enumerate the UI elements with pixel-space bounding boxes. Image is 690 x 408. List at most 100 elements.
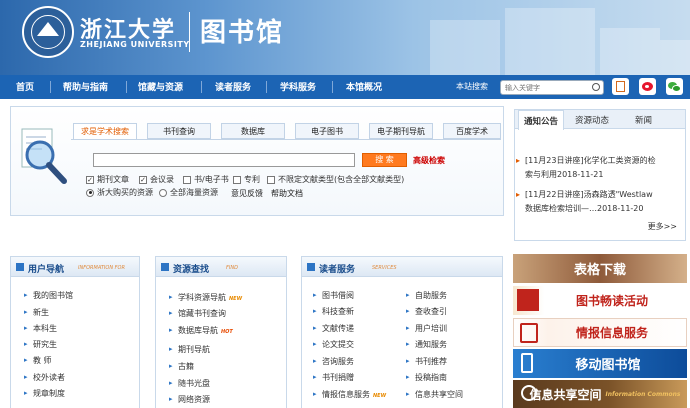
list-item[interactable]: 投稿指南 <box>406 372 447 383</box>
feedback-link[interactable]: 意见反馈 <box>231 188 263 199</box>
list-item[interactable]: 学科资源导航NEW <box>169 292 242 303</box>
info-commons-banner[interactable]: 信息共享空间 Information Commons <box>513 380 687 408</box>
weibo-icon[interactable] <box>639 78 656 95</box>
nav-collections[interactable]: 馆藏与资源 <box>138 80 183 93</box>
university-seal-icon[interactable] <box>22 6 74 58</box>
document-icon <box>520 323 538 343</box>
square-bullet-icon <box>161 263 169 271</box>
list-item[interactable]: 书刊推荐 <box>406 356 447 367</box>
tab-news[interactable]: 新闻 <box>635 114 652 126</box>
book-icon <box>517 289 539 311</box>
checkbox-icon[interactable] <box>183 175 191 184</box>
list-item[interactable]: 古籍 <box>169 361 194 372</box>
help-docs-link[interactable]: 帮助文档 <box>271 188 303 199</box>
checkbox-icon[interactable] <box>267 175 275 184</box>
list-item[interactable]: 教 师 <box>24 355 51 366</box>
wechat-icon[interactable] <box>666 78 683 95</box>
forms-download-banner[interactable]: 表格下载 <box>513 254 687 283</box>
search-button[interactable]: 搜 索 <box>362 153 407 167</box>
search-input[interactable] <box>93 153 355 167</box>
header-divider <box>189 12 190 52</box>
list-item[interactable]: 本科生 <box>24 323 57 334</box>
user-nav-panel: 用户导航 INFORMATION FOR 我的图书馆 新生 本科生 研究生 教 … <box>10 256 140 408</box>
filter-all-types[interactable]: 不限定文献类型(包含全部文献类型) <box>267 174 404 185</box>
nav-separator <box>201 81 202 93</box>
list-item[interactable]: 情报信息服务NEW <box>313 389 386 400</box>
resources-panel: 资源查找 FIND 学科资源导航NEW 馆藏书刊查询 数据库导航HOT 期刊导航… <box>155 256 287 408</box>
nav-help[interactable]: 帮助与指南 <box>63 80 108 93</box>
list-item[interactable]: 图书借阅 <box>313 290 354 301</box>
tab-baidu-scholar[interactable]: 百度学术 <box>443 123 501 139</box>
list-item[interactable]: 书刊捐赠 <box>313 372 354 383</box>
panel-title: 读者服务 <box>319 265 356 275</box>
scope-purchased[interactable]: 浙大购买的资源 <box>86 187 153 198</box>
list-item[interactable]: 随书光盘 <box>169 378 210 389</box>
list-item[interactable]: 科技查新 <box>313 306 354 317</box>
list-item[interactable]: 信息共享空间 <box>406 389 463 400</box>
mobile-library-banner[interactable]: 移动图书馆 <box>513 349 687 378</box>
list-item[interactable]: [11月22日讲座]汤森路透"Westlaw 数据库检索培训—…2018-11-… <box>516 188 683 216</box>
advanced-search-link[interactable]: 高级检索 <box>413 155 445 166</box>
panel-title: 资源查找 <box>173 265 210 275</box>
square-bullet-icon <box>307 263 315 271</box>
hot-badge: HOT <box>221 329 233 335</box>
list-item[interactable]: 数据库导航HOT <box>169 325 233 336</box>
nav-subject-services[interactable]: 学科服务 <box>280 80 316 93</box>
square-bullet-icon <box>16 263 24 271</box>
list-item[interactable]: 查收查引 <box>406 306 447 317</box>
magnifier-icon <box>21 128 67 184</box>
list-item[interactable]: 规章制度 <box>24 388 65 399</box>
list-item[interactable]: 期刊导航 <box>169 344 210 355</box>
library-name[interactable]: 图书馆 <box>200 12 284 49</box>
checkbox-checked-icon[interactable]: ✓ <box>139 175 147 184</box>
tab-book-search[interactable]: 书刊查询 <box>147 123 211 139</box>
nav-about[interactable]: 本馆概况 <box>346 80 382 93</box>
list-item[interactable]: 通知服务 <box>406 339 447 350</box>
bookmark-icon[interactable] <box>612 78 629 95</box>
intel-service-banner[interactable]: 情报信息服务 <box>513 318 687 347</box>
checkbox-icon[interactable] <box>233 175 241 184</box>
tab-resource-news[interactable]: 资源动态 <box>575 114 609 126</box>
list-item[interactable]: 新生 <box>24 307 49 318</box>
tab-ebooks[interactable]: 电子图书 <box>295 123 359 139</box>
more-link[interactable]: 更多>> <box>648 221 677 232</box>
tab-ejournals[interactable]: 电子期刊导航 <box>369 123 433 139</box>
panel-subtitle: INFORMATION FOR <box>78 265 125 271</box>
filter-patents[interactable]: 专利 <box>233 174 260 185</box>
tab-notices[interactable]: 通知公告 <box>518 110 565 130</box>
site-search-label: 本站搜索 <box>456 82 488 91</box>
list-item[interactable]: [11月23日讲座]化学化工类资源的检 索与利用2018-11-21 <box>516 154 683 182</box>
filter-proceedings[interactable]: ✓ 会议录 <box>139 174 174 185</box>
list-item[interactable]: 咨询服务 <box>313 356 354 367</box>
list-item[interactable]: 用户培训 <box>406 323 447 334</box>
nav-home[interactable]: 首页 <box>16 80 34 93</box>
list-item[interactable]: 馆藏书刊查询 <box>169 308 226 319</box>
list-item[interactable]: 研究生 <box>24 339 57 350</box>
checkbox-checked-icon[interactable]: ✓ <box>86 175 94 184</box>
site-search-input[interactable] <box>501 81 587 94</box>
filter-books[interactable]: 书/电子书 <box>183 174 229 185</box>
nav-separator <box>126 81 127 93</box>
list-item[interactable]: 文献传递 <box>313 323 354 334</box>
radio-icon[interactable] <box>159 188 167 197</box>
list-item[interactable]: 我的图书馆 <box>24 290 73 301</box>
nav-separator <box>50 81 51 93</box>
filter-journal-articles[interactable]: ✓ 期刊文章 <box>86 174 129 185</box>
nav-separator <box>332 81 333 93</box>
list-item[interactable]: 校外读者 <box>24 372 65 383</box>
list-item[interactable]: 自助服务 <box>406 290 447 301</box>
nav-separator <box>266 81 267 93</box>
university-name-en: ZHEJIANG UNIVERSITY <box>80 40 190 49</box>
panel-header: 读者服务 SERVICES <box>302 257 502 277</box>
tab-qiushi-search[interactable]: 求是学术搜索 <box>73 123 137 140</box>
scope-all[interactable]: 全部海量资源 <box>159 187 218 198</box>
phone-icon <box>521 353 533 373</box>
list-item[interactable]: 网络资源 <box>169 394 210 405</box>
search-icon[interactable] <box>592 83 600 91</box>
tab-database[interactable]: 数据库 <box>221 123 285 139</box>
radio-selected-icon[interactable] <box>86 188 94 197</box>
list-item[interactable]: 论文提交 <box>313 339 354 350</box>
reading-activity-banner[interactable]: 图书畅读活动 <box>513 286 687 315</box>
notice-box: 通知公告 资源动态 新闻 [11月23日讲座]化学化工类资源的检 索与利用201… <box>514 109 686 241</box>
nav-reader-services[interactable]: 读者服务 <box>215 80 251 93</box>
